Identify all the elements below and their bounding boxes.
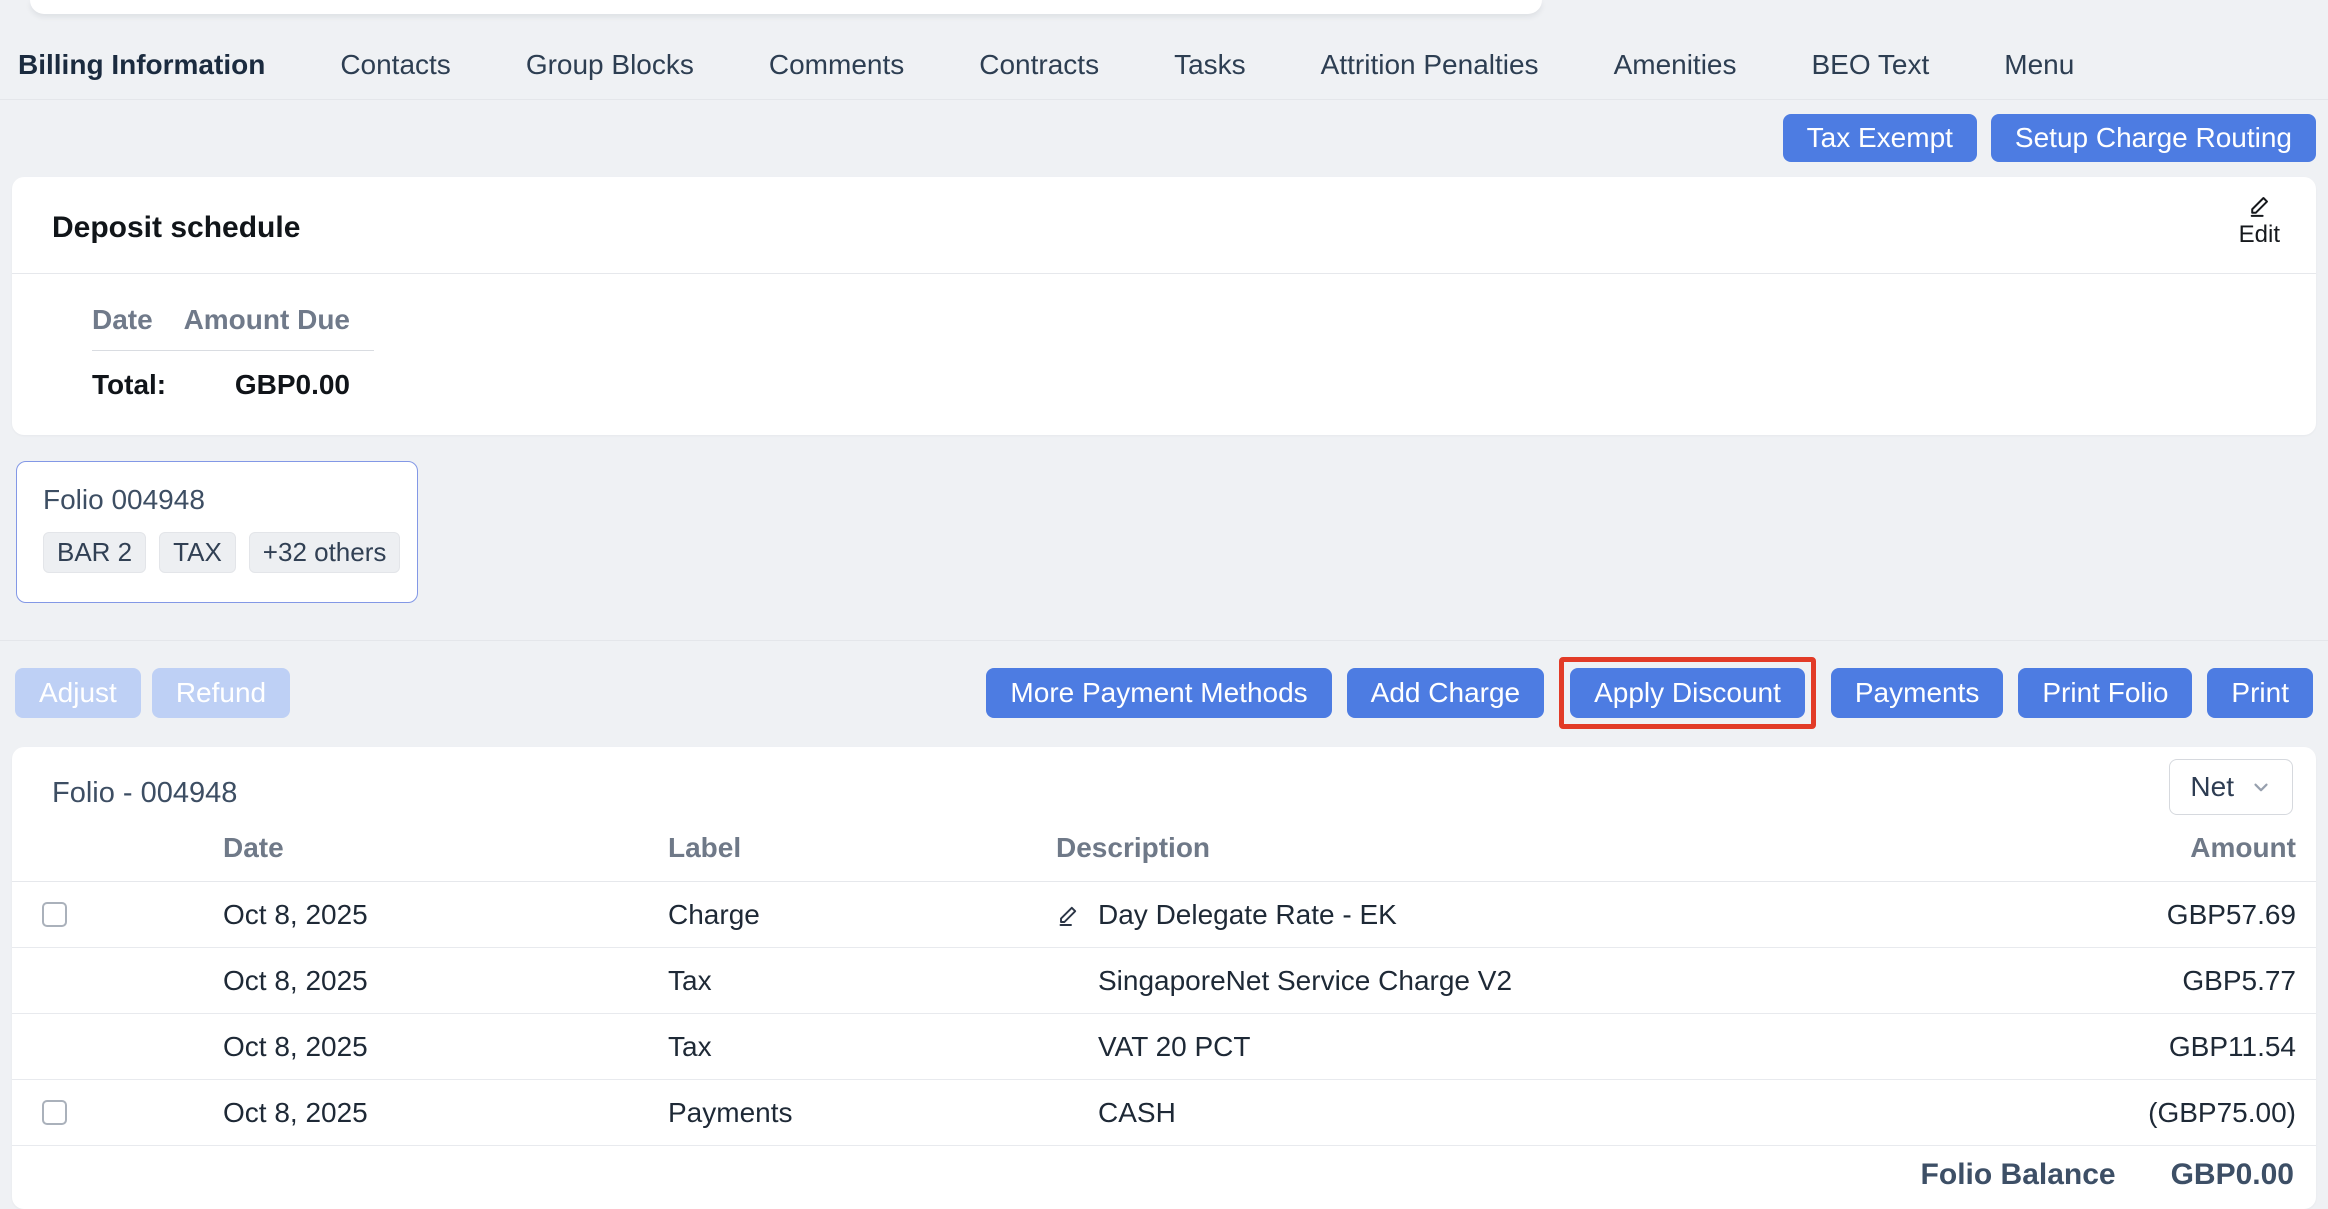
more-tags-badge[interactable]: +32 others	[249, 532, 401, 573]
edit-charge-pencil-icon[interactable]	[1056, 903, 1098, 927]
rate-tag: BAR 2	[43, 532, 146, 573]
setup-charge-routing-button[interactable]: Setup Charge Routing	[1991, 114, 2316, 162]
deposit-schedule-body: Date Amount Due Total: GBP0.00	[12, 274, 2316, 435]
table-row-charge: Oct 8, 2025 Charge Day Delegate Rate - E…	[12, 882, 2316, 948]
deposit-edit-button[interactable]: Edit	[2239, 193, 2280, 249]
deposit-total-label: Total:	[92, 369, 166, 401]
row-description: VAT 20 PCT	[1098, 1031, 1251, 1063]
row-amount: GBP11.54	[2016, 1031, 2316, 1063]
edit-label: Edit	[2239, 221, 2280, 249]
tax-exempt-button[interactable]: Tax Exempt	[1783, 114, 1977, 162]
folio-selector-tags: BAR 2 TAX +32 others	[43, 532, 391, 573]
row-label: Payments	[668, 1097, 1056, 1129]
deposit-col-date: Date	[92, 304, 153, 336]
folio-table-column-headers: Date Label Description Amount	[12, 815, 2316, 882]
tab-amenities[interactable]: Amenities	[1614, 49, 1737, 81]
billing-information-page: Billing Information Contacts Group Block…	[0, 0, 2328, 1192]
row-description: SingaporeNet Service Charge V2	[1098, 965, 1512, 997]
folio-actions-right: More Payment Methods Add Charge Apply Di…	[986, 657, 2313, 729]
column-header-amount: Amount	[2016, 832, 2316, 864]
column-header-date: Date	[223, 832, 668, 864]
chevron-down-icon	[2250, 776, 2272, 798]
folio-table-header: Folio - 004948 Net	[12, 747, 2316, 815]
row-amount: (GBP75.00)	[2016, 1097, 2316, 1129]
table-row-tax: Oct 8, 2025 Tax SingaporeNet Service Cha…	[12, 948, 2316, 1014]
payments-button[interactable]: Payments	[1831, 668, 2004, 718]
folio-actions-left: Adjust Refund	[15, 668, 290, 718]
deposit-schedule-table: Date Amount Due Total: GBP0.00	[92, 304, 374, 401]
row-date: Oct 8, 2025	[223, 1097, 668, 1129]
row-checkbox[interactable]	[42, 1100, 67, 1125]
tab-contacts[interactable]: Contacts	[340, 49, 451, 81]
column-header-label: Label	[668, 832, 1056, 864]
deposit-schedule-header: Deposit schedule Edit	[12, 177, 2316, 274]
tab-bar: Billing Information Contacts Group Block…	[0, 0, 2328, 100]
header-actions: Tax Exempt Setup Charge Routing	[0, 100, 2328, 162]
row-label: Tax	[668, 1031, 1056, 1063]
apply-discount-button[interactable]: Apply Discount	[1570, 668, 1805, 718]
row-amount: GBP57.69	[2016, 899, 2316, 931]
print-button[interactable]: Print	[2207, 668, 2313, 718]
deposit-schedule-title: Deposit schedule	[52, 211, 2282, 245]
row-label: Tax	[668, 965, 1056, 997]
rate-tag: TAX	[159, 532, 236, 573]
tab-group-blocks[interactable]: Group Blocks	[526, 49, 694, 81]
folio-table-card: Folio - 004948 Net Date Label Descriptio…	[12, 747, 2316, 1209]
deposit-col-amount-due: Amount Due	[184, 304, 350, 336]
net-gross-dropdown[interactable]: Net	[2169, 759, 2293, 815]
deposit-total-value: GBP0.00	[235, 369, 350, 401]
folio-balance-value: GBP0.00	[2171, 1158, 2294, 1192]
table-row-payment: Oct 8, 2025 Payments CASH (GBP75.00)	[12, 1080, 2316, 1146]
print-folio-button[interactable]: Print Folio	[2018, 668, 2192, 718]
deposit-table-header: Date Amount Due	[92, 304, 374, 351]
folio-balance-label: Folio Balance	[1921, 1158, 2116, 1192]
tab-attrition-penalties[interactable]: Attrition Penalties	[1321, 49, 1539, 81]
row-label: Charge	[668, 899, 1056, 931]
adjust-button[interactable]: Adjust	[15, 668, 141, 718]
row-amount: GBP5.77	[2016, 965, 2316, 997]
tab-beo-text[interactable]: BEO Text	[1812, 49, 1930, 81]
folio-actions-bar: Adjust Refund More Payment Methods Add C…	[0, 657, 2328, 729]
table-row-tax: Oct 8, 2025 Tax VAT 20 PCT GBP11.54	[12, 1014, 2316, 1080]
more-payment-methods-button[interactable]: More Payment Methods	[986, 668, 1331, 718]
refund-button[interactable]: Refund	[152, 668, 290, 718]
row-date: Oct 8, 2025	[223, 899, 668, 931]
row-date: Oct 8, 2025	[223, 965, 668, 997]
section-divider	[0, 640, 2328, 641]
folio-selector-card[interactable]: Folio 004948 BAR 2 TAX +32 others	[16, 461, 418, 603]
folio-table-title: Folio - 004948	[52, 777, 237, 810]
net-dropdown-value: Net	[2190, 771, 2234, 803]
tab-billing-information[interactable]: Billing Information	[18, 49, 265, 81]
scrolled-card-edge	[30, 0, 1542, 14]
add-charge-button[interactable]: Add Charge	[1347, 668, 1544, 718]
tab-contracts[interactable]: Contracts	[979, 49, 1099, 81]
deposit-schedule-card: Deposit schedule Edit Date Amount Due	[12, 177, 2316, 435]
tab-menu[interactable]: Menu	[2004, 49, 2074, 81]
apply-discount-highlight-box: Apply Discount	[1559, 657, 1816, 729]
row-date: Oct 8, 2025	[223, 1031, 668, 1063]
folio-balance-row: Folio Balance GBP0.00	[12, 1146, 2316, 1204]
edit-pencil-icon	[2247, 193, 2272, 218]
row-description: CASH	[1098, 1097, 1176, 1129]
folio-selector-title: Folio 004948	[43, 484, 391, 516]
tab-tasks[interactable]: Tasks	[1174, 49, 1246, 81]
column-header-description: Description	[1056, 832, 2016, 864]
row-checkbox[interactable]	[42, 902, 67, 927]
tab-comments[interactable]: Comments	[769, 49, 904, 81]
row-description: Day Delegate Rate - EK	[1098, 899, 1397, 931]
deposit-total-row: Total: GBP0.00	[92, 369, 374, 401]
